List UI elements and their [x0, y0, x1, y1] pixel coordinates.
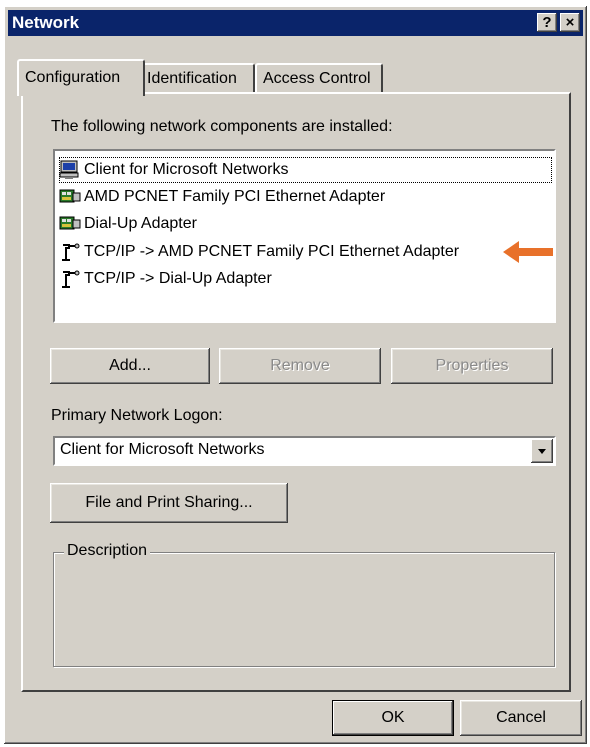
close-button[interactable]: × [560, 13, 580, 32]
cancel-button-label: Cancel [496, 709, 546, 726]
tab-configuration[interactable]: Configuration [17, 59, 145, 96]
logon-label-text: Primary Network Logon: [51, 407, 223, 424]
list-item[interactable]: TCP/IP -> AMD PCNET Family PCI Ethernet … [59, 239, 459, 265]
ok-button-label: OK [381, 709, 405, 726]
remove-button[interactable]: Remove [219, 348, 381, 384]
chevron-down-icon [538, 449, 546, 454]
add-button[interactable]: Add... [50, 348, 210, 384]
list-item[interactable]: Dial-Up Adapter [59, 211, 197, 237]
network-adapter-icon [59, 214, 81, 234]
tab-access-control[interactable]: Access Control [255, 63, 383, 94]
annotation-arrow-icon [503, 241, 553, 263]
cancel-button[interactable]: Cancel [460, 700, 582, 736]
help-button[interactable]: ? [537, 13, 557, 32]
list-item-label: AMD PCNET Family PCI Ethernet Adapter [84, 188, 386, 205]
protocol-icon [59, 242, 81, 262]
description-legend: Description [64, 542, 151, 560]
properties-button-label: Properties [435, 357, 509, 374]
network-dialog: Network ? × Configuration Identification… [4, 6, 587, 744]
components-label-text: The following network components are ins… [51, 118, 393, 135]
remove-button-label: Remove [270, 357, 330, 374]
window-title: Network [12, 13, 80, 32]
components-label: The following network components are ins… [51, 118, 393, 136]
components-list[interactable]: Client for Microsoft Networks AMD PCNET … [53, 149, 556, 323]
add-button-label: Add... [109, 357, 151, 374]
protocol-icon [59, 269, 81, 289]
list-item-label: TCP/IP -> Dial-Up Adapter [84, 270, 272, 287]
list-item-label: Dial-Up Adapter [84, 215, 197, 232]
network-client-icon [59, 160, 81, 180]
title-bar: Network ? × [8, 10, 583, 36]
list-item-label: Client for Microsoft Networks [84, 161, 289, 178]
file-print-sharing-button[interactable]: File and Print Sharing... [50, 483, 288, 523]
list-item[interactable]: AMD PCNET Family PCI Ethernet Adapter [59, 184, 385, 210]
logon-select-value: Client for Microsoft Networks [60, 441, 265, 458]
file-print-sharing-label: File and Print Sharing... [85, 494, 253, 511]
dropdown-arrow-button[interactable] [531, 439, 553, 463]
list-item-label: TCP/IP -> AMD PCNET Family PCI Ethernet … [84, 243, 460, 260]
tab-identification[interactable]: Identification [139, 63, 255, 94]
list-item[interactable]: TCP/IP -> Dial-Up Adapter [59, 266, 272, 292]
logon-select[interactable]: Client for Microsoft Networks [53, 436, 556, 466]
description-group: Description [53, 542, 555, 667]
properties-button[interactable]: Properties [391, 348, 553, 384]
ok-button[interactable]: OK [332, 700, 454, 736]
list-item[interactable]: Client for Microsoft Networks [59, 157, 552, 183]
network-adapter-icon [59, 187, 81, 207]
logon-label: Primary Network Logon: [51, 407, 223, 425]
